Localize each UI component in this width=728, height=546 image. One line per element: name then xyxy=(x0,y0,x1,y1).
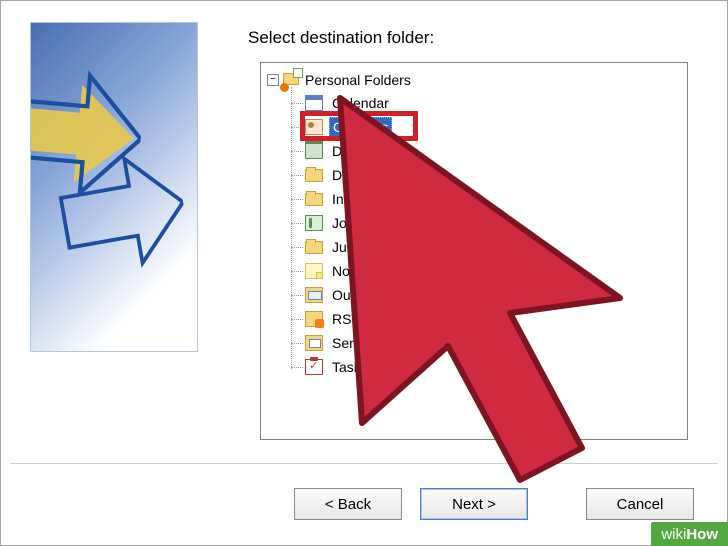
folder-icon xyxy=(305,193,323,206)
prompt-label: Select destination folder: xyxy=(248,28,434,48)
tree-item[interactable]: Drafts xyxy=(305,163,683,187)
folder-tree[interactable]: − Personal Folders Calendar Contacts Delet… xyxy=(260,62,688,440)
decorative-arrow-icon xyxy=(48,140,194,286)
tree-item-label: Drafts xyxy=(329,166,372,184)
button-row: < Back Next > Cancel xyxy=(0,488,728,520)
watermark: wikiHow xyxy=(651,522,728,546)
tree-item[interactable]: Outbox xyxy=(305,283,683,307)
tree-item-label: Junk E-mail xyxy=(329,238,408,256)
tree-item[interactable]: Journal xyxy=(305,211,683,235)
tree-item-label: Deleted Items xyxy=(329,142,421,160)
tree-item[interactable]: Calendar xyxy=(305,91,683,115)
back-button[interactable]: < Back xyxy=(294,488,402,520)
tree-item-label: Inbox xyxy=(329,190,369,208)
folder-icon xyxy=(305,169,323,182)
tree-item[interactable]: Deleted Items xyxy=(305,139,683,163)
next-button[interactable]: Next > xyxy=(420,488,528,520)
tree-item-label: Contacts xyxy=(329,117,392,137)
outbox-icon xyxy=(305,287,323,303)
personal-folders-icon xyxy=(283,71,301,89)
tree-item-label: Calendar xyxy=(329,94,392,112)
contacts-icon xyxy=(305,119,323,135)
tree-item[interactable]: Tasks xyxy=(305,355,683,379)
tree-item[interactable]: Contacts xyxy=(305,115,683,139)
tree-item[interactable]: RSS Feeds xyxy=(305,307,683,331)
tree-item[interactable]: Notes xyxy=(305,259,683,283)
watermark-suffix: How xyxy=(686,526,718,543)
trash-icon xyxy=(305,143,323,159)
tree-item-label: Outbox xyxy=(329,286,380,304)
tree-item[interactable]: Inbox xyxy=(305,187,683,211)
wizard-graphic xyxy=(30,22,198,352)
tree-root-label: Personal Folders xyxy=(305,72,411,88)
tree-item-label: RSS Feeds xyxy=(329,310,407,328)
tree-item[interactable]: Sent Items xyxy=(305,331,683,355)
folder-icon xyxy=(305,241,323,254)
tree-item-label: Tasks xyxy=(329,358,371,376)
notes-icon xyxy=(305,263,323,279)
tree-item[interactable]: Junk E-mail xyxy=(305,235,683,259)
separator xyxy=(10,463,718,464)
tree-root-row[interactable]: − Personal Folders xyxy=(265,69,683,91)
tree-item-label: Notes xyxy=(329,262,372,280)
rss-icon xyxy=(305,311,323,327)
calendar-icon xyxy=(305,95,323,111)
tree-item-label: Sent Items xyxy=(329,334,402,352)
expander-icon[interactable]: − xyxy=(267,74,279,86)
cancel-button[interactable]: Cancel xyxy=(586,488,694,520)
sent-icon xyxy=(305,335,323,351)
tasks-icon xyxy=(305,359,323,375)
tree-item-label: Journal xyxy=(329,214,381,232)
journal-icon xyxy=(305,215,323,231)
watermark-prefix: wiki xyxy=(661,526,686,543)
